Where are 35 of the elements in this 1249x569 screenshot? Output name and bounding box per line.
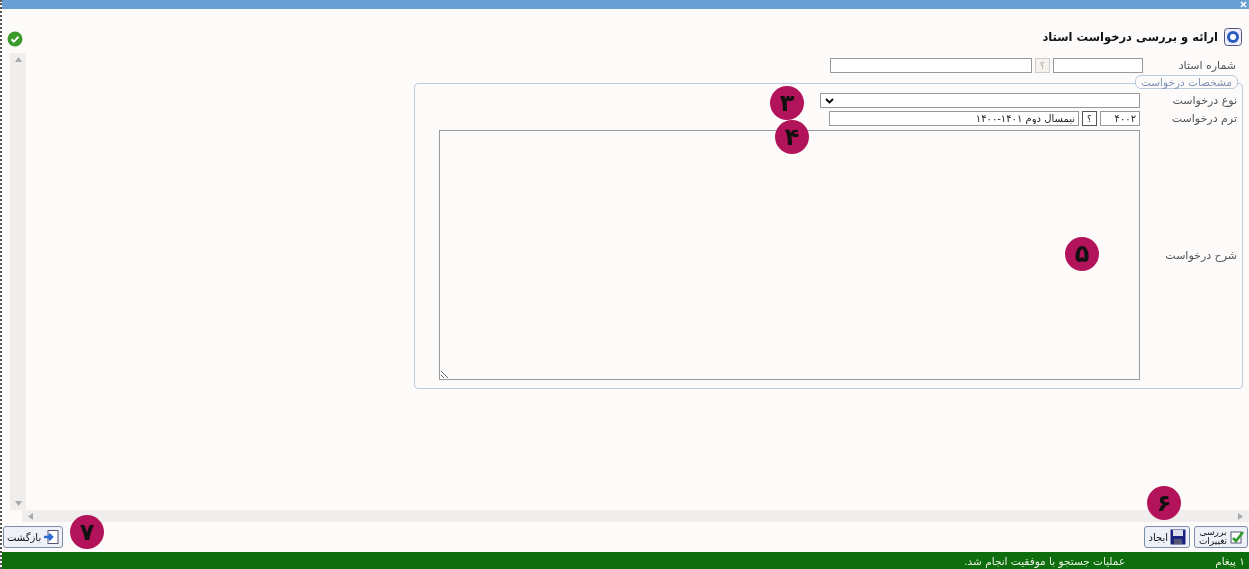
field-label: نوع درخواست: [1171, 94, 1238, 107]
review-changes-button[interactable]: بررسی تغییرات: [1194, 526, 1248, 548]
term-name-field[interactable]: نیمسال دوم ۱۴۰۱-۱۴۰۰: [829, 111, 1079, 126]
scroll-right-icon[interactable]: [1238, 512, 1243, 520]
back-arrow-icon: [43, 530, 60, 544]
window-title: ارائه و بررسی درخواست استاد: [1042, 30, 1218, 44]
scroll-left-icon[interactable]: [28, 512, 33, 520]
check-icon: [1230, 530, 1244, 544]
step-badge: ۳: [770, 86, 804, 120]
chevron-down-icon: [825, 97, 834, 104]
save-icon: [1170, 529, 1186, 545]
step-badge: ۷: [70, 515, 104, 549]
field-label: شرح درخواست: [1164, 248, 1238, 262]
vertical-scrollbar[interactable]: [10, 53, 26, 510]
scroll-up-icon[interactable]: [14, 57, 22, 62]
description-field[interactable]: [439, 130, 1140, 380]
panel-legend: مشخصات درخواست: [1135, 75, 1238, 89]
term-code-field[interactable]: ۴۰۰۲: [1100, 111, 1140, 126]
help-icon[interactable]: [1224, 28, 1242, 46]
back-button[interactable]: بازگشت: [3, 526, 64, 548]
success-icon: [7, 31, 23, 47]
field-label: ترم درخواست: [1170, 112, 1238, 125]
status-message: عملیات جستجو با موفقیت انجام شد.: [964, 554, 1126, 567]
horizontal-scrollbar[interactable]: [22, 510, 1249, 522]
teacher-name-field[interactable]: [830, 58, 1032, 73]
message-count: ۱ پیغام: [1215, 554, 1245, 567]
lookup-button[interactable]: ؟: [1082, 111, 1097, 126]
step-badge: ۴: [775, 120, 809, 154]
scroll-down-icon[interactable]: [14, 501, 22, 506]
field-label: شماره استاد: [1177, 59, 1237, 72]
teacher-code-field[interactable]: [1053, 58, 1143, 73]
request-type-dropdown[interactable]: [820, 93, 1140, 108]
step-badge: ۶: [1147, 486, 1181, 520]
create-button[interactable]: ایجاد: [1144, 526, 1190, 548]
close-icon[interactable]: [1240, 1, 1247, 8]
